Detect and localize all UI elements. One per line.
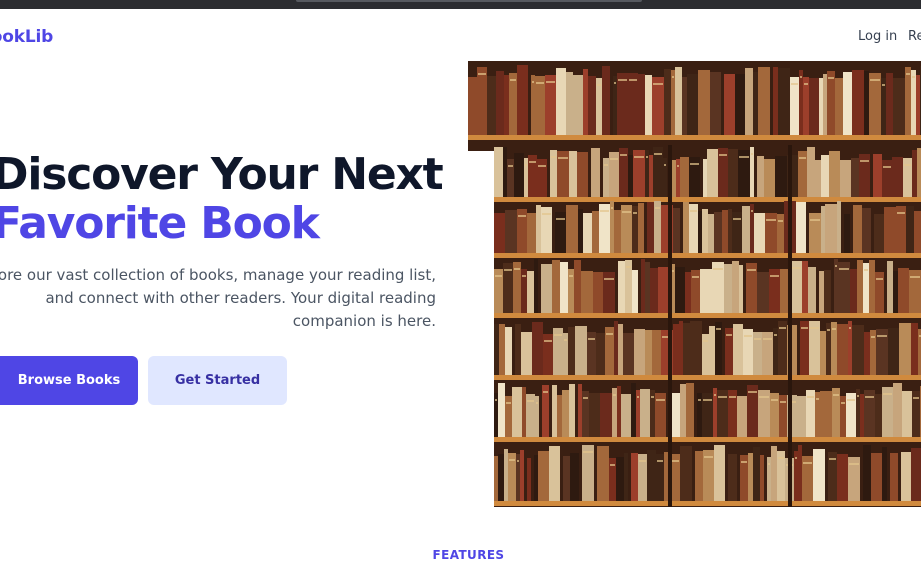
bookshelf-image <box>468 61 921 507</box>
features-section-label: FEATURES <box>432 548 505 562</box>
site-logo[interactable]: BookLib <box>0 27 53 47</box>
get-started-button[interactable]: Get Started <box>148 356 287 405</box>
browse-books-button[interactable]: Browse Books <box>0 356 138 405</box>
hero-description: Explore our vast collection of books, ma… <box>0 266 436 330</box>
hero-title-line-1: Discover Your Next <box>0 149 444 200</box>
nav-login-link[interactable]: Log in <box>858 29 897 44</box>
hero-title: Discover Your Next Favorite Book <box>0 149 444 249</box>
hero-title-line-2: Favorite Book <box>0 198 320 249</box>
bookshelf-illustration <box>468 61 921 507</box>
nav-register-link[interactable]: Register <box>908 29 921 44</box>
browser-top-bar <box>0 0 921 9</box>
browser-address-bar <box>296 0 642 2</box>
